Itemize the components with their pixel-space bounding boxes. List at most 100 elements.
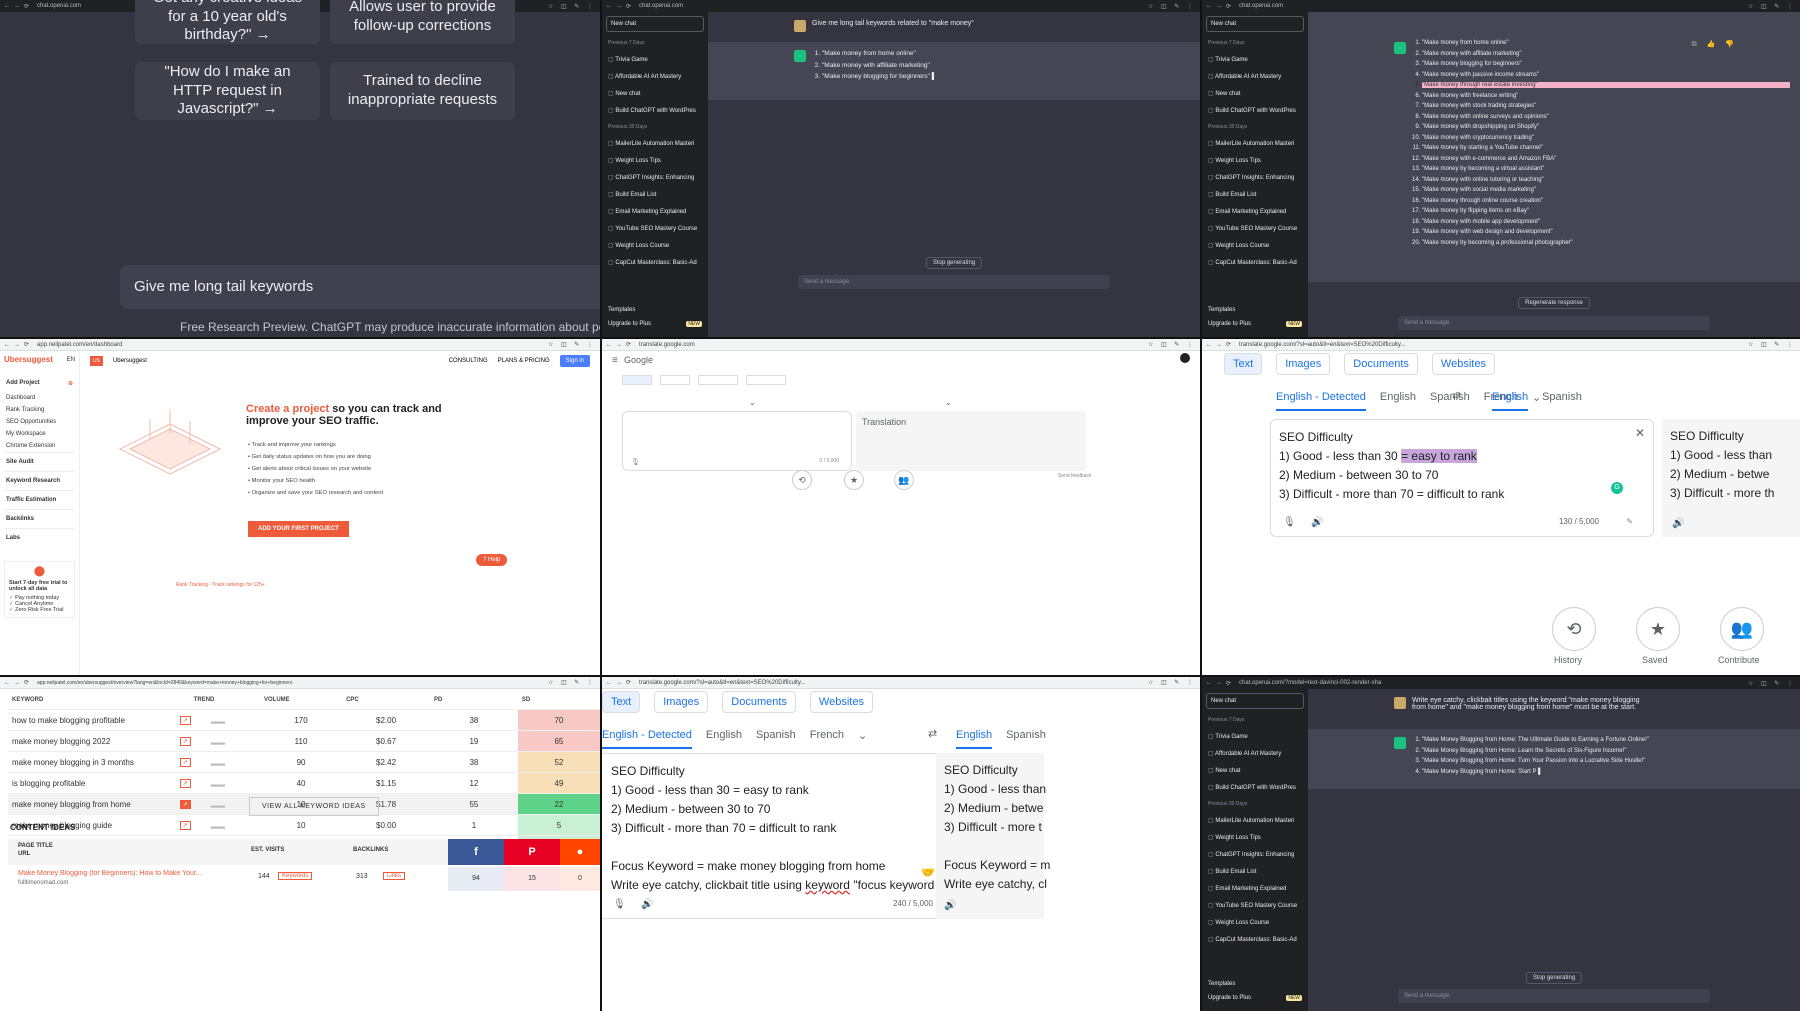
back-icon[interactable]: ←	[4, 342, 10, 348]
chat-history-item[interactable]: Weight Loss Tips	[1206, 829, 1304, 846]
nav-plans-pricing[interactable]: PLANS & PRICING	[498, 358, 550, 364]
chat-history-item[interactable]: Affordable AI Art Mastery	[606, 68, 704, 85]
source-textarea[interactable]: 🎙 0 / 5,000	[622, 411, 852, 471]
extension-icons[interactable]: ☆ ◫ ✎ ⋮	[1748, 680, 1796, 687]
view-all-keywords-button[interactable]: VIEW ALL KEYWORD IDEAS	[249, 797, 379, 816]
lang-detected[interactable]: English - Detected	[602, 729, 692, 749]
chat-history-item[interactable]: Build ChatGPT with WordPres	[606, 102, 704, 119]
lang-english[interactable]: English	[1380, 391, 1416, 411]
nav-chrome-extension[interactable]: Chrome Extension	[4, 440, 75, 452]
lang-english[interactable]: English	[1492, 391, 1529, 411]
col-sd[interactable]: SD	[517, 691, 600, 710]
chat-history-item[interactable]: MailerLite Automation Masteri	[1206, 812, 1304, 829]
forward-icon[interactable]: →	[1216, 342, 1222, 348]
send-feedback-link[interactable]: Send feedback	[1058, 473, 1091, 479]
chat-history-item[interactable]: Build Email List	[1206, 186, 1304, 203]
lang-detected[interactable]: English - Detected	[1276, 391, 1366, 411]
mic-icon[interactable]: 🎙	[1283, 517, 1296, 528]
speaker-icon[interactable]: 🔊	[1311, 517, 1323, 528]
col-trend[interactable]: TREND	[189, 691, 261, 710]
language-select[interactable]: EN	[67, 357, 75, 363]
external-link-icon[interactable]: ↗	[179, 779, 191, 788]
tab-text[interactable]: Text	[602, 691, 641, 713]
tab-images[interactable]	[660, 375, 690, 385]
chat-history-item[interactable]: MailerLite Automation Masteri	[606, 135, 704, 152]
chat-history-item[interactable]: Weight Loss Course	[1206, 914, 1304, 931]
chat-history-item[interactable]: Email Marketing Explained	[606, 203, 704, 220]
speaker-icon[interactable]: 🔊	[1672, 518, 1684, 529]
mic-icon[interactable]: 🎙	[631, 458, 640, 466]
chat-history-item[interactable]: YouTube SEO Mastery Course	[606, 220, 704, 237]
grammarly-icon[interactable]: G	[1611, 482, 1623, 494]
back-icon[interactable]: ←	[4, 3, 10, 9]
nav-consulting[interactable]: CONSULTING	[449, 358, 488, 364]
col-volume[interactable]: VOLUME	[260, 691, 343, 710]
tab-documents[interactable]: Documents	[722, 691, 796, 713]
idea-url[interactable]: fulltimenomad.com	[18, 880, 68, 886]
chat-history-item[interactable]: CapCut Masterclass: Basic-Ad	[1206, 931, 1304, 948]
regenerate-button[interactable]: Regenerate response	[1518, 297, 1590, 309]
forward-icon[interactable]: →	[14, 680, 20, 686]
back-icon[interactable]: ←	[4, 680, 10, 686]
url-bar[interactable]: chat.openai.com	[1235, 3, 1744, 9]
back-icon[interactable]: ←	[1206, 342, 1212, 348]
nav-dashboard[interactable]: Dashboard	[4, 392, 75, 404]
chat-history-item[interactable]: New chat	[1206, 85, 1304, 102]
swap-languages-icon[interactable]: ⇄	[1452, 389, 1461, 402]
extension-icons[interactable]: ☆ ◫ ✎ ⋮	[1748, 3, 1796, 10]
extension-icons[interactable]: ☆ ◫ ✎ ⋮	[548, 341, 596, 348]
pinterest-icon[interactable]: P	[504, 839, 560, 865]
reload-icon[interactable]: ⟳	[1226, 341, 1231, 348]
extension-icons[interactable]: ☆ ◫ ✎ ⋮	[1148, 341, 1196, 348]
google-logo[interactable]: Google	[624, 355, 653, 365]
new-chat-button[interactable]: New chat	[606, 16, 704, 32]
forward-icon[interactable]: →	[616, 680, 622, 686]
tab-images[interactable]: Images	[654, 691, 709, 713]
extension-icons[interactable]: ☆ ◫ ✎ ⋮	[1148, 3, 1196, 10]
reload-icon[interactable]: ⟳	[24, 3, 29, 10]
chat-history-item[interactable]: ChatGPT Insights: Enhancing	[1206, 846, 1304, 863]
send-message-input[interactable]: Send a message.	[798, 275, 1110, 289]
history-icon[interactable]: ⟲	[1552, 607, 1596, 651]
menu-icon[interactable]: ≡	[612, 355, 618, 366]
chevron-down-icon[interactable]: ⌄	[749, 398, 756, 407]
extension-icons[interactable]: ☆ ◫ ✎ ⋮	[1148, 679, 1196, 686]
col-keyword[interactable]: KEYWORD	[8, 691, 190, 710]
chevron-down-icon[interactable]: ⌄	[858, 729, 867, 749]
chat-history-item[interactable]: YouTube SEO Mastery Course	[1206, 897, 1304, 914]
tab-images[interactable]: Images	[1276, 353, 1331, 375]
chat-history-item[interactable]: Build ChatGPT with WordPres	[1206, 102, 1304, 119]
table-row[interactable]: how to make blogging profitable ↗ ▂▂▂ 170 $2…	[8, 709, 600, 731]
back-icon[interactable]: ←	[1206, 3, 1212, 9]
nav-my-workspace[interactable]: My Workspace	[4, 428, 75, 440]
prompt-input[interactable]: Give me long tail keywords	[120, 265, 600, 309]
tab-websites[interactable]: Websites	[809, 691, 873, 713]
lang-french[interactable]: French	[810, 729, 844, 749]
chat-history-item[interactable]: Affordable AI Art Mastery	[1206, 745, 1304, 762]
lang-english[interactable]: English	[956, 729, 993, 749]
table-row[interactable]: make money blogging guide ↗ ▂▂▂ 10 $0.00 1 5	[8, 814, 600, 836]
star-icon[interactable]: ★	[844, 470, 864, 490]
chat-history-item[interactable]: New chat	[606, 85, 704, 102]
back-icon[interactable]: ←	[606, 342, 612, 348]
back-icon[interactable]: ←	[606, 3, 612, 9]
back-icon[interactable]: ←	[606, 680, 612, 686]
suggestion-card[interactable]: Got any creative ideas for a 10 year old…	[135, 0, 320, 44]
table-row[interactable]: make money blogging 2022 ↗ ▂▂▂ 110 $0.67 19 65	[8, 730, 600, 752]
forward-icon[interactable]: →	[14, 3, 20, 9]
idea-title-link[interactable]: Make Money Blogging (for Beginners): How…	[18, 870, 238, 877]
col-cpc[interactable]: CPC	[342, 691, 430, 710]
star-icon[interactable]: ★	[1636, 607, 1680, 651]
url-bar[interactable]: chat.openai.com	[635, 3, 1144, 9]
swap-languages-icon[interactable]: ⇄	[928, 727, 937, 740]
templates-link[interactable]: Templates	[1206, 303, 1304, 317]
lang-english[interactable]: English	[706, 729, 742, 749]
source-textarea[interactable]: SEO Difficulty 1) Good - less than 30 = …	[602, 753, 980, 919]
account-avatar[interactable]	[1180, 353, 1190, 363]
chat-history-item[interactable]: ChatGPT Insights: Enhancing	[1206, 169, 1304, 186]
chat-history-item[interactable]: Email Marketing Explained	[1206, 203, 1304, 220]
tab-websites[interactable]	[746, 375, 786, 385]
back-icon[interactable]: ←	[1206, 680, 1212, 686]
mic-icon[interactable]: 🎙	[613, 899, 626, 910]
chat-history-item[interactable]: Trivia Game	[1206, 728, 1304, 745]
